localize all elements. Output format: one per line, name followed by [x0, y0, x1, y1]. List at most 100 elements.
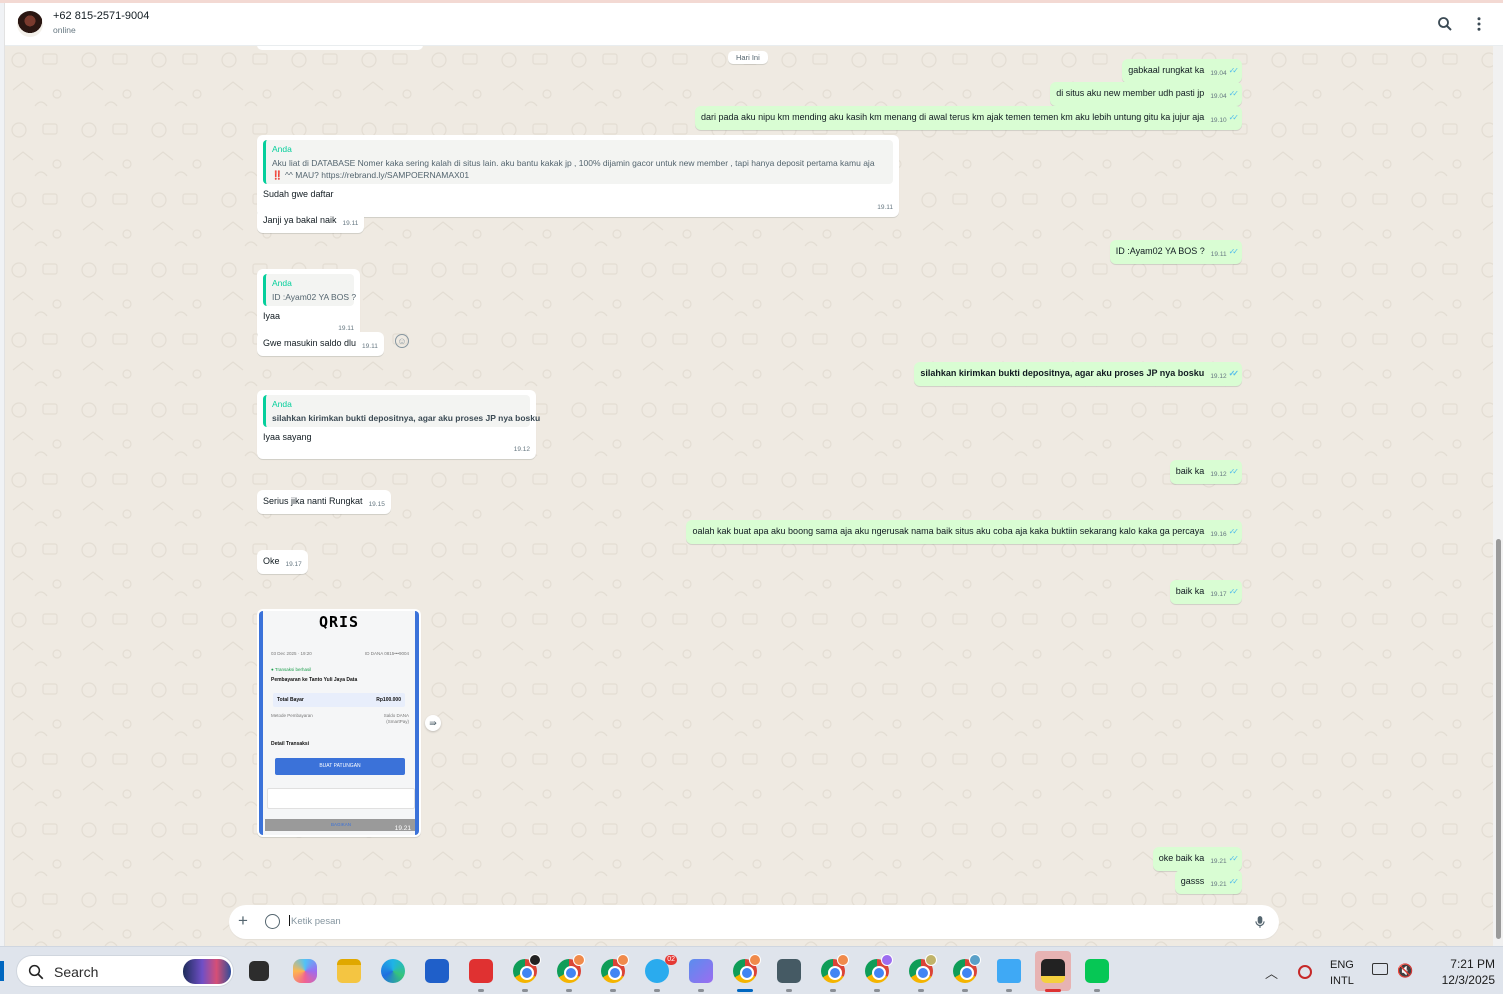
emoji-reaction-icon[interactable]: ☺: [395, 334, 409, 348]
contact-status: online: [53, 25, 76, 35]
input-language-variant[interactable]: INTL: [1330, 975, 1354, 987]
message-incoming[interactable]: Janji ya bakal naik 19.11: [257, 209, 365, 233]
volume-muted-icon[interactable]: 🔇: [1397, 963, 1413, 979]
mic-icon[interactable]: [1253, 914, 1267, 930]
chrome-profile-8-icon[interactable]: [953, 954, 981, 983]
message-outgoing[interactable]: silahkan kirimkan bukti depositnya, agar…: [914, 362, 1242, 386]
message-outgoing[interactable]: dari pada aku nipu km mending aku kasih …: [695, 106, 1242, 130]
copilot-icon[interactable]: [293, 959, 317, 983]
read-receipt-icon: ✓✓: [1228, 89, 1240, 98]
clock-date: 12/3/2025: [1441, 973, 1495, 987]
line-icon[interactable]: [1085, 959, 1109, 983]
message-time: 19.11: [877, 204, 893, 211]
message-incoming-reply[interactable]: Anda Aku liat di DATABASE Nomer kaka ser…: [257, 135, 899, 217]
read-receipt-icon: ✓✓: [1228, 587, 1240, 596]
file-explorer-icon[interactable]: [337, 959, 361, 983]
previous-message-stub: [257, 46, 423, 50]
read-receipt-icon: ✓✓: [1228, 247, 1240, 256]
app-icon[interactable]: [777, 959, 801, 983]
chat-panel[interactable]: Hari Ini gabkaal rungkat ka 19.04 ✓✓ di si…: [5, 46, 1493, 946]
message-input[interactable]: Ketik pesan: [289, 915, 341, 927]
message-incoming[interactable]: Gwe masukin saldo dlu 19.11: [257, 332, 384, 356]
quote-text: Aku liat di DATABASE Nomer kaka sering k…: [272, 158, 875, 168]
windows-taskbar: Search 02 ︿ ENG INTL 🔇 7:21 PM 12/3/2025: [0, 946, 1503, 994]
more-vertical-icon[interactable]: [1470, 15, 1488, 33]
profile-badge: [837, 954, 849, 966]
quoted-message[interactable]: Anda Aku liat di DATABASE Nomer kaka ser…: [263, 140, 893, 184]
app-icon[interactable]: [997, 959, 1021, 983]
input-language[interactable]: ENG: [1330, 959, 1354, 971]
search-icon[interactable]: [1436, 15, 1454, 33]
message-incoming[interactable]: Oke 19.17: [257, 550, 308, 574]
message-outgoing[interactable]: di situs aku new member udh pasti jp 19.0…: [1050, 82, 1242, 106]
forward-icon[interactable]: ⇛: [425, 715, 441, 731]
sticky-notes-icon[interactable]: [1041, 959, 1065, 983]
message-text: di situs aku new member udh pasti jp: [1056, 88, 1205, 98]
scrollbar-thumb[interactable]: [1496, 539, 1501, 939]
read-receipt-icon: ✓✓: [1228, 113, 1240, 122]
microsoft-store-icon[interactable]: [425, 959, 449, 983]
chrome-profile-7-icon[interactable]: [909, 954, 937, 983]
quoted-message[interactable]: Anda ID :Ayam02 YA BOS ?: [263, 274, 356, 306]
profile-badge: [617, 954, 629, 966]
message-outgoing[interactable]: oalah kak buat apa aku boong sama aja ak…: [686, 520, 1242, 544]
image-message[interactable]: QRIS 03 Dec 2025 · 19:20 ID DANA 0815•••…: [257, 609, 421, 837]
chrome-profile-5-icon[interactable]: [821, 954, 849, 983]
chrome-profile-3-icon[interactable]: [601, 954, 629, 983]
receipt-status: ● Transaksi berhasil: [271, 667, 312, 672]
message-outgoing[interactable]: oke baik ka 19.21 ✓✓: [1152, 847, 1242, 871]
message-outgoing[interactable]: gabkaal rungkat ka 19.04 ✓✓: [1122, 59, 1242, 83]
message-time: 19.21: [1210, 881, 1227, 888]
chat-scrollbar[interactable]: [1493, 46, 1503, 946]
chrome-profile-2-icon[interactable]: [557, 954, 585, 983]
quoted-message[interactable]: Anda silahkan kirimkan bukti depositnya,…: [263, 395, 540, 427]
message-outgoing[interactable]: baik ka 19.12 ✓✓: [1169, 460, 1242, 484]
date-divider: Hari Ini: [728, 51, 768, 64]
message-composer[interactable]: + Ketik pesan: [229, 905, 1279, 939]
sticker-icon[interactable]: [265, 914, 280, 929]
display-icon[interactable]: [1372, 963, 1388, 975]
plus-icon[interactable]: +: [238, 912, 248, 930]
taskbar-search[interactable]: Search: [16, 955, 234, 987]
chrome-profile-6-icon[interactable]: [865, 954, 893, 983]
message-outgoing[interactable]: gasss 19.21 ✓✓: [1174, 870, 1242, 894]
receipt-total-value: Rp100.000: [376, 697, 401, 703]
chrome-profile-1-icon[interactable]: [513, 954, 541, 983]
network-status-icon[interactable]: [1298, 965, 1312, 979]
start-button[interactable]: [0, 961, 4, 981]
message-incoming[interactable]: Serius jika nanti Rungkat 19.15: [257, 490, 391, 514]
wps-office-icon[interactable]: [469, 959, 493, 983]
message-outgoing[interactable]: baik ka 19.17 ✓✓: [1169, 580, 1242, 604]
contact-name[interactable]: +62 815-2571-9004: [53, 10, 149, 22]
contact-avatar[interactable]: [17, 11, 43, 37]
running-indicator: [874, 989, 880, 992]
edge-icon[interactable]: [381, 959, 405, 983]
message-outgoing[interactable]: ID :Ayam02 YA BOS ? 19.11 ✓✓: [1109, 240, 1242, 264]
chrome-active-icon[interactable]: [733, 954, 761, 983]
read-receipt-icon: ✓✓: [1228, 877, 1240, 886]
telegram-icon[interactable]: 02: [645, 955, 677, 983]
chat-header[interactable]: +62 815-2571-9004 online: [5, 3, 1503, 46]
payment-receipt-image: QRIS 03 Dec 2025 · 19:20 ID DANA 0815•••…: [259, 611, 419, 835]
system-clock[interactable]: 7:21 PM 12/3/2025: [1425, 956, 1495, 988]
message-text: gasss: [1180, 876, 1205, 886]
message-incoming-reply[interactable]: Anda silahkan kirimkan bukti depositnya,…: [257, 390, 540, 459]
message-time: 19.04: [1210, 93, 1227, 100]
running-indicator: [830, 989, 836, 992]
message-text: silahkan kirimkan bukti depositnya, agar…: [920, 368, 1205, 378]
running-indicator: [786, 989, 792, 992]
quote-author: Anda: [272, 399, 292, 409]
message-time: 19.12: [1210, 471, 1227, 478]
running-indicator: [962, 989, 968, 992]
receipt-method-label: Metode Pembayaran: [271, 713, 313, 718]
app-icon[interactable]: [689, 959, 713, 983]
message-time: 19.17: [1210, 591, 1227, 598]
chevron-up-icon[interactable]: ︿: [1265, 963, 1278, 982]
running-indicator: [918, 989, 924, 992]
task-view-icon[interactable]: [249, 961, 269, 981]
message-incoming-reply[interactable]: Anda ID :Ayam02 YA BOS ? Iyaa 19.11: [257, 269, 360, 338]
search-icon: [28, 964, 44, 980]
taskbar-search-label: Search: [54, 964, 99, 980]
running-indicator: [654, 989, 660, 992]
profile-badge: [529, 954, 541, 966]
